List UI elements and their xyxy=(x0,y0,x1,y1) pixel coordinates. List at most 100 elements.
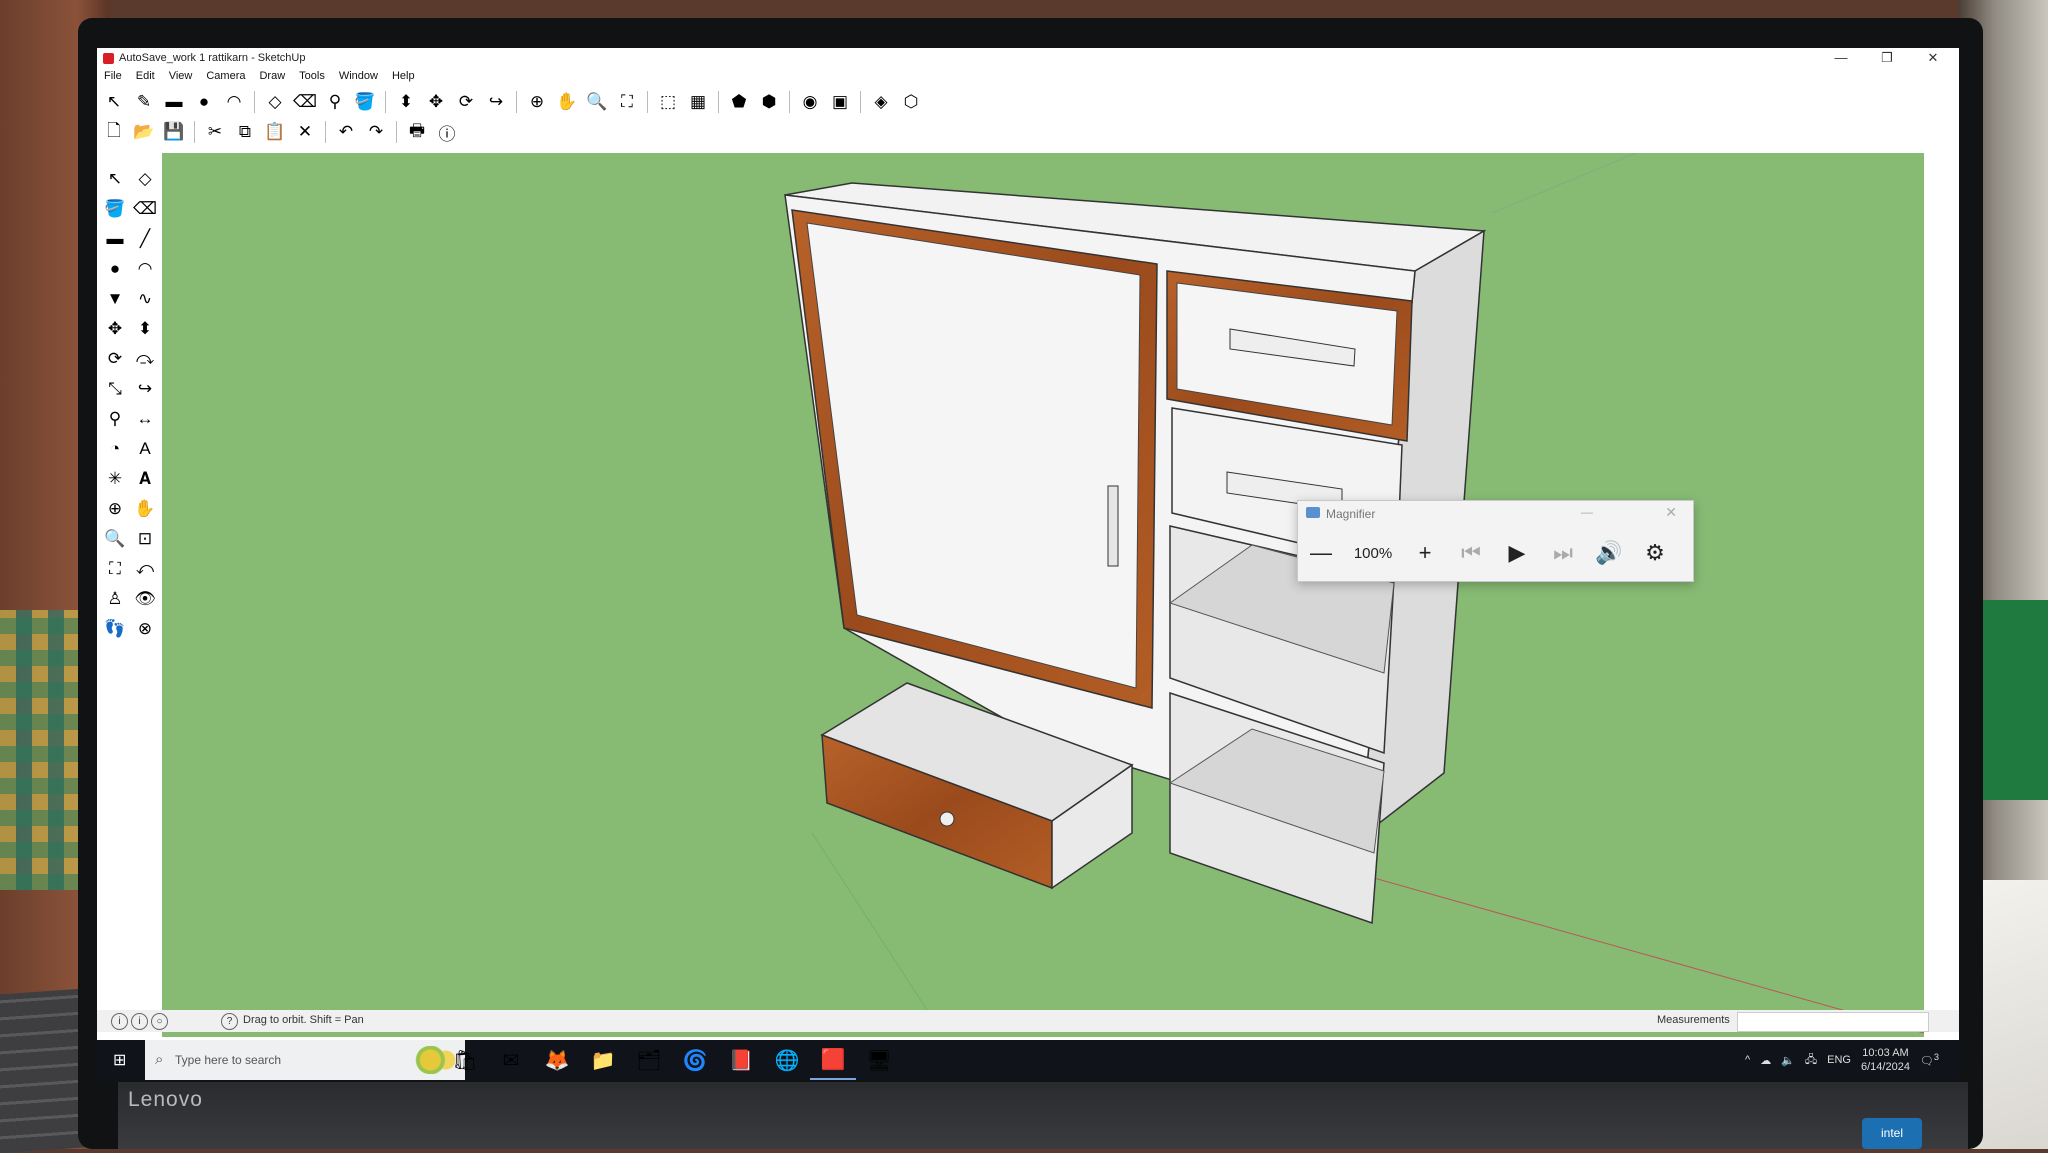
previous-view-icon[interactable]: ⤺ xyxy=(131,556,159,582)
move-icon[interactable]: ✥ xyxy=(101,316,129,342)
onedrive-icon[interactable]: ☁ xyxy=(1760,1054,1771,1067)
layout-icon[interactable]: ▣ xyxy=(827,89,853,115)
restore-button[interactable]: ❐ xyxy=(1875,48,1899,68)
pan-icon[interactable]: ✋ xyxy=(131,496,159,522)
protractor-icon[interactable]: ◔ xyxy=(101,436,129,462)
volume-icon[interactable]: 🔈 xyxy=(1781,1054,1795,1067)
rotate-icon[interactable]: ⟳ xyxy=(101,346,129,372)
model-info-icon[interactable]: ⓘ xyxy=(434,119,460,145)
pencil-icon[interactable]: ✎ xyxy=(131,89,157,115)
taskbar-edge-icon[interactable]: 🌀 xyxy=(672,1040,718,1080)
new-icon[interactable]: 🗋 xyxy=(101,119,127,145)
text-icon[interactable]: A xyxy=(131,436,159,462)
previous-paragraph-icon[interactable]: ⏮ xyxy=(1448,533,1494,573)
language-indicator[interactable]: ENG xyxy=(1827,1054,1851,1066)
rectangle-icon[interactable]: ▬ xyxy=(161,89,187,115)
pan-icon[interactable]: ✋ xyxy=(554,89,580,115)
make-component-icon[interactable]: ◇ xyxy=(131,166,159,192)
warehouse-icon[interactable]: ⬚ xyxy=(655,89,681,115)
look-around-icon[interactable]: 👁 xyxy=(131,586,159,612)
magnifier-minimize-button[interactable]: — xyxy=(1581,505,1593,519)
zoom-icon[interactable]: 🔍 xyxy=(584,89,610,115)
menu-camera[interactable]: Camera xyxy=(199,68,252,86)
follow-me-icon[interactable]: ⤼ xyxy=(131,346,159,372)
taskbar-files-icon[interactable]: 🗂 xyxy=(626,1040,672,1080)
style-builder-icon[interactable]: ◈ xyxy=(868,89,894,115)
taskbar-acrobat-icon[interactable]: 📕 xyxy=(718,1040,764,1080)
menu-window[interactable]: Window xyxy=(332,68,385,86)
freehand-icon[interactable]: ∿ xyxy=(131,286,159,312)
add-location-icon[interactable]: ⬢ xyxy=(756,89,782,115)
offset-icon[interactable]: ↪ xyxy=(483,89,509,115)
taskbar-search[interactable]: ⌕ Type here to search xyxy=(145,1040,465,1080)
menu-tools[interactable]: Tools xyxy=(292,68,332,86)
eraser-icon[interactable]: ⌫ xyxy=(292,89,318,115)
windows-start-icon[interactable]: ⊞ xyxy=(113,1050,131,1069)
close-button[interactable]: ✕ xyxy=(1921,48,1945,68)
component-icon[interactable]: ◇ xyxy=(262,89,288,115)
taskbar-mail-icon[interactable]: ✉ xyxy=(488,1040,534,1080)
taskbar-firefox-icon[interactable]: 🦊 xyxy=(534,1040,580,1080)
arc-icon[interactable]: ◠ xyxy=(221,89,247,115)
section-plane-icon[interactable]: ⊗ xyxy=(131,616,159,642)
circle-icon[interactable]: ● xyxy=(101,256,129,282)
menu-file[interactable]: File xyxy=(97,68,129,86)
rotate-icon[interactable]: ⟳ xyxy=(453,89,479,115)
zoom-icon[interactable]: 🔍 xyxy=(101,526,129,552)
save-icon[interactable]: 💾 xyxy=(161,119,187,145)
select-icon[interactable]: ↖ xyxy=(101,89,127,115)
credits-status-icon[interactable]: i xyxy=(131,1013,148,1030)
select-icon[interactable]: ↖ xyxy=(101,166,129,192)
measurements-input[interactable] xyxy=(1737,1012,1929,1032)
read-from-here-icon[interactable]: 🔊 xyxy=(1586,533,1632,573)
geo-location-icon[interactable]: ⬟ xyxy=(726,89,752,115)
tape-measure-icon[interactable]: ⚲ xyxy=(101,406,129,432)
zoom-out-button[interactable]: — xyxy=(1298,533,1344,573)
scale-icon[interactable]: ⤡ xyxy=(101,376,129,402)
move-icon[interactable]: ✥ xyxy=(423,89,449,115)
dimension-icon[interactable]: ↔ xyxy=(131,406,159,432)
push-pull-icon[interactable]: ⬍ xyxy=(393,89,419,115)
next-paragraph-icon[interactable]: ⏭ xyxy=(1540,533,1586,573)
taskbar-sketchup-icon[interactable]: 🟥 xyxy=(810,1040,856,1080)
open-icon[interactable]: 📂 xyxy=(131,119,157,145)
play-icon[interactable]: ▶ xyxy=(1494,533,1540,573)
zoom-extents-icon[interactable]: ⛶ xyxy=(614,89,640,115)
offset-icon[interactable]: ↪ xyxy=(131,376,159,402)
menu-help[interactable]: Help xyxy=(385,68,422,86)
zoom-in-button[interactable]: + xyxy=(1402,533,1448,573)
send-to-layout-icon[interactable]: ⬡ xyxy=(898,89,924,115)
push-pull-icon[interactable]: ⬍ xyxy=(131,316,159,342)
notification-icon[interactable]: 🗨3 xyxy=(1920,1052,1939,1068)
paint-bucket-icon[interactable]: 🪣 xyxy=(101,196,129,222)
arc-icon[interactable]: ◠ xyxy=(131,256,159,282)
user-status-icon[interactable]: ○ xyxy=(151,1013,168,1030)
position-camera-icon[interactable]: ♙ xyxy=(101,586,129,612)
delete-icon[interactable]: ✕ xyxy=(292,119,318,145)
axes-icon[interactable]: ✳ xyxy=(101,466,129,492)
eraser-icon[interactable]: ⌫ xyxy=(131,196,159,222)
tape-measure-icon[interactable]: ⚲ xyxy=(322,89,348,115)
orbit-icon[interactable]: ⊕ xyxy=(524,89,550,115)
zoom-window-icon[interactable]: ⊡ xyxy=(131,526,159,552)
menu-edit[interactable]: Edit xyxy=(129,68,162,86)
help-status-icon[interactable]: ? xyxy=(221,1013,238,1030)
model-viewport[interactable] xyxy=(162,153,1924,1037)
paste-icon[interactable]: 📋 xyxy=(262,119,288,145)
magnifier-close-button[interactable]: ✕ xyxy=(1665,504,1677,521)
menu-view[interactable]: View xyxy=(162,68,200,86)
taskbar-remote-desktop-icon[interactable]: 🖥 xyxy=(856,1040,902,1080)
print-icon[interactable]: 🖶 xyxy=(404,119,430,145)
polygon-icon[interactable]: ▼ xyxy=(101,286,129,312)
taskbar-file-explorer-icon[interactable]: 📁 xyxy=(580,1040,626,1080)
undo-icon[interactable]: ↶ xyxy=(333,119,359,145)
photo-texture-icon[interactable]: ◉ xyxy=(797,89,823,115)
clock[interactable]: 10:03 AM 6/14/2024 xyxy=(1861,1046,1910,1074)
network-icon[interactable]: 🖧 xyxy=(1805,1051,1817,1070)
3d-text-icon[interactable]: 𝐀 xyxy=(131,466,159,492)
line-icon[interactable]: ╱ xyxy=(131,226,159,252)
circle-icon[interactable]: ● xyxy=(191,89,217,115)
taskbar-store-icon[interactable]: 🛍 xyxy=(442,1040,488,1080)
paint-bucket-icon[interactable]: 🪣 xyxy=(352,89,378,115)
taskbar-chrome-icon[interactable]: 🌐 xyxy=(764,1040,810,1080)
